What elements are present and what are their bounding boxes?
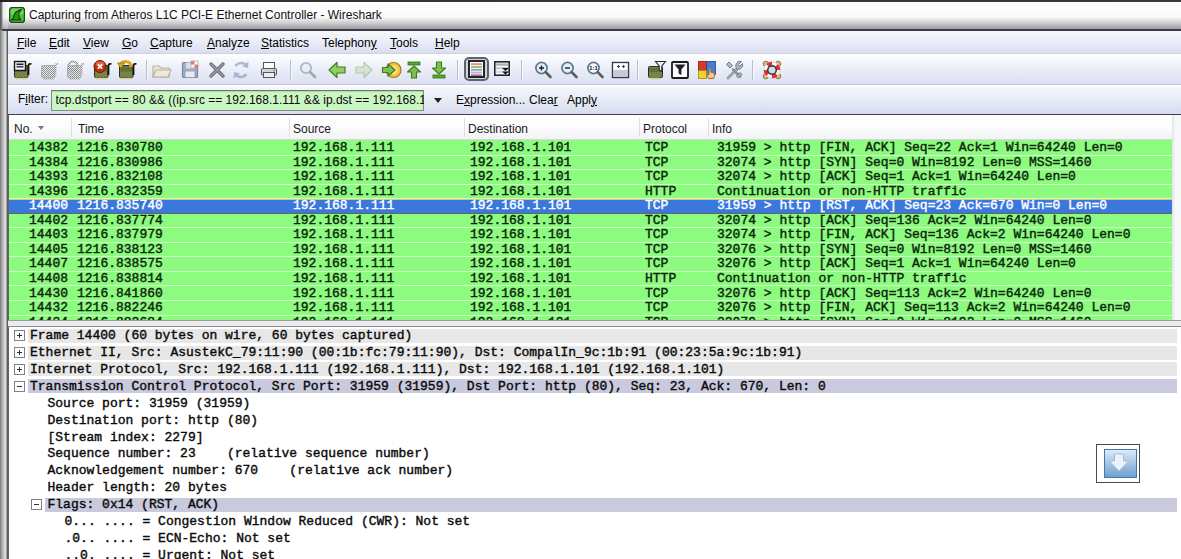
svg-text:1:1: 1:1 xyxy=(589,65,598,71)
